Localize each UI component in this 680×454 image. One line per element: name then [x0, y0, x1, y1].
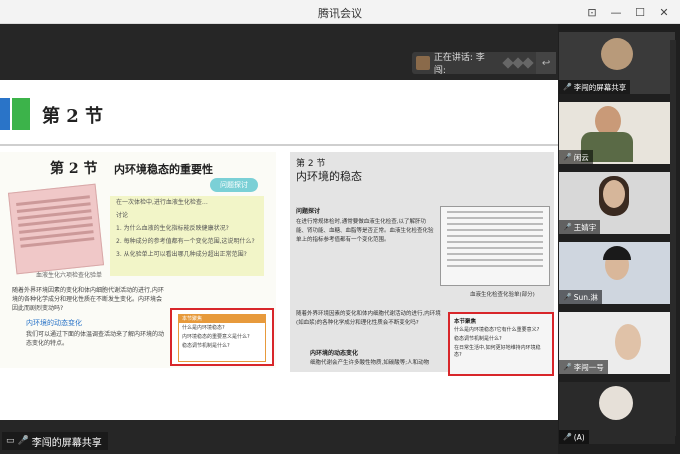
screen-share-label-text: 李闯的屏幕共享 — [31, 437, 102, 449]
focus-box-header: 本节聚焦 — [179, 315, 265, 323]
participant-name: Sun.淋 — [573, 292, 598, 302]
close-icon[interactable]: ✕ — [652, 2, 676, 22]
mic-icon: 🎤 — [563, 293, 572, 301]
speaking-text: 正在讲话: 李闯: — [433, 53, 485, 76]
lab-report-table — [440, 206, 550, 286]
mic-icon: 🎤 — [17, 436, 29, 446]
presentation-slide: 第 2 节 第 2 节 内环境稳态的重要性 问题探讨 血液生化六项检查化验单 在… — [0, 80, 558, 420]
screen-share-icon: ▭ — [6, 436, 15, 446]
avatar — [603, 180, 625, 208]
focus-item: 稳态调节机制是什么? — [454, 336, 502, 342]
minimize-icon[interactable]: — — [604, 2, 628, 22]
focus-box-right: 本节聚焦 什么是内环境稳态?它有什么重要意义? 稳态调节机制是什么? 在日常生活… — [448, 312, 554, 376]
discussion-line: 2. 每种成分的参考值都有一个变化范围,这说明什么? — [116, 238, 255, 245]
speaking-indicator: 正在讲话: 李闯: ↩ — [412, 52, 556, 76]
screen-share-label: ▭ 🎤 李闯的屏幕共享 — [2, 432, 108, 450]
right-page-title: 内环境的稳态 — [296, 170, 362, 183]
right-body-text: 在进行常规体检时,通常要做血液生化检查,以了解肝功能、肾功能、血糖、血脂等是否正… — [296, 219, 434, 243]
left-page-title: 第 2 节 — [50, 161, 98, 177]
shared-screen-stage: 正在讲话: 李闯: ↩ 第 2 节 第 2 节 内环境稳态的重要性 问题探讨 血… — [0, 24, 558, 454]
audio-wave-icon — [502, 57, 534, 69]
participant-tile[interactable]: 🎤 闲云 — [559, 102, 675, 164]
left-body-text: 随着外界环境因素的变化和体内细胞代谢活动的进行,内环境的各种化学成分和理化性质在… — [12, 287, 164, 312]
reply-icon[interactable]: ↩ — [536, 52, 556, 74]
green-accent-bar — [12, 98, 30, 130]
participant-tile[interactable]: 🎤 李闯一号 — [559, 312, 675, 374]
focus-item: 内环境稳态的重要意义是什么? — [182, 334, 250, 340]
mic-icon: 🎤 — [563, 433, 572, 441]
slide-header: 第 2 节 — [0, 98, 558, 130]
participant-name: (A) — [573, 432, 585, 442]
participant-tile[interactable]: 🎤 王婧宇 — [559, 172, 675, 234]
speaker-avatar — [416, 56, 430, 70]
focus-item: 什么是内环境稳态?它有什么重要意义? — [454, 327, 540, 333]
mic-icon: 🎤 — [563, 223, 572, 231]
lab-report-image — [7, 183, 105, 275]
discussion-line: 讨论 — [116, 212, 129, 219]
lab-report-caption: 血液生化六项检查化验单 — [36, 272, 103, 279]
right-page-tag: 问题探讨 — [296, 208, 321, 215]
focus-item: 稳态调节机制是什么? — [182, 343, 230, 349]
focus-item: 在日常生活中,如何更好地维持内环境稳态? — [454, 345, 541, 358]
left-body-text-2: 我们可以通过下面的体温调查活动来了解内环境的动态变化的特点。 — [26, 331, 165, 347]
mic-icon: 🎤 — [563, 83, 572, 91]
discussion-line: 在一次体检中,进行血液生化检查… — [116, 199, 208, 206]
window-title: 腾讯会议 — [318, 7, 362, 20]
question-badge: 问题探讨 — [210, 178, 258, 192]
discussion-box: 在一次体检中,进行血液生化检查… 讨论 1. 为什么血液的生化指标能反映健康状况… — [110, 196, 264, 276]
avatar — [615, 324, 641, 360]
avatar — [599, 386, 633, 420]
slide-title: 第 2 节 — [42, 106, 104, 127]
focus-box-header: 本节聚焦 — [454, 319, 477, 325]
right-page-subheading: 内环境的动态变化 — [310, 350, 359, 357]
participant-name: 王婧宇 — [573, 222, 597, 232]
participant-tile[interactable]: 🎤 (A) — [559, 382, 675, 444]
avatar — [601, 38, 633, 70]
meeting-window: 腾讯会议 ⊡ — ☐ ✕ 正在讲话: 李闯: ↩ 第 2 节 第 2 节 内环境… — [0, 0, 680, 454]
mic-icon: 🎤 — [563, 153, 572, 161]
focus-box-left: 本节聚焦 什么是内环境稳态? 内环境稳态的重要意义是什么? 稳态调节机制是什么? — [170, 308, 274, 366]
participant-tile[interactable]: 🎤 李闯的屏幕共享 — [559, 32, 675, 94]
mic-icon: 🎤 — [563, 363, 572, 371]
blue-accent-bar — [0, 98, 10, 130]
pin-icon[interactable]: ⊡ — [580, 2, 604, 22]
title-bar: 腾讯会议 ⊡ — ☐ ✕ — [0, 0, 680, 24]
participant-name: 李闯一号 — [573, 362, 604, 372]
left-section-link: 内环境的动态变化 — [26, 319, 82, 327]
divider — [0, 144, 558, 146]
window-controls: ⊡ — ☐ ✕ — [580, 2, 676, 22]
participant-tile[interactable]: 🎤 Sun.淋 — [559, 242, 675, 304]
right-body-text-2: 随着外界环境因素的变化和体内细胞代谢活动的进行,内环境(如血浆)的各种化学成分和… — [296, 311, 441, 326]
left-page-subtitle: 内环境稳态的重要性 — [114, 163, 213, 176]
textbook-page-left: 第 2 节 内环境稳态的重要性 问题探讨 血液生化六项检查化验单 在一次体检中,… — [0, 152, 276, 368]
participant-name: 闲云 — [573, 152, 589, 162]
lab-report-table-caption: 血液生化检查化验单(部分) — [470, 292, 535, 298]
participant-name: 李闯的屏幕共享 — [573, 82, 627, 92]
participant-panel: 🎤 李闯的屏幕共享 🎤 闲云 🎤 王婧宇 🎤 Sun.淋 🎤 李闯一号 🎤 (A) — [558, 24, 680, 454]
participant-scrollbar[interactable] — [670, 40, 676, 436]
maximize-icon[interactable]: ☐ — [628, 2, 652, 22]
discussion-line: 3. 从化验单上可以看出哪几种成分超出正常范围? — [116, 251, 247, 258]
focus-item: 什么是内环境稳态? — [182, 325, 225, 331]
discussion-line: 1. 为什么血液的生化指标能反映健康状况? — [116, 225, 229, 232]
